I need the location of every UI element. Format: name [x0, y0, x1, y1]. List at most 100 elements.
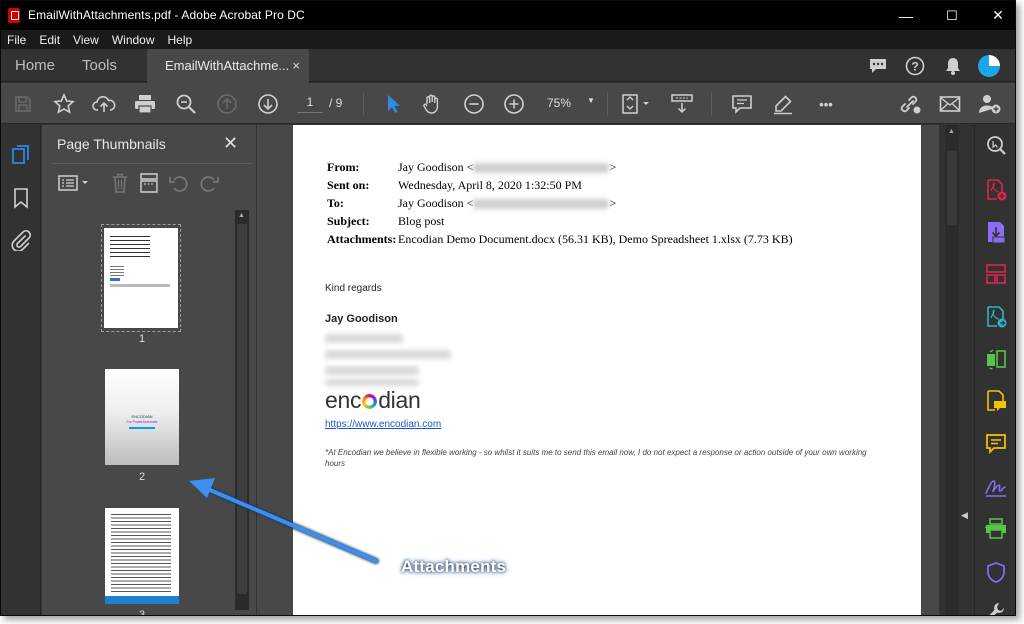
menu-file[interactable]: File — [1, 33, 33, 47]
tab-tools[interactable]: Tools — [82, 49, 117, 82]
annotation-arrow — [189, 478, 379, 564]
document-scrollbar[interactable]: ▲ — [945, 125, 959, 615]
panel-title: Page Thumbnails — [57, 136, 166, 152]
email-sent-row: Sent on: Wednesday, April 8, 2020 1:32:5… — [327, 176, 793, 194]
page-total-label: / 9 — [329, 96, 343, 110]
email-subject-row: Subject: Blog post — [327, 212, 793, 230]
zoom-search-icon[interactable] — [173, 91, 199, 117]
signature-name: Jay Goodison — [325, 313, 398, 325]
right-tools-rail — [974, 125, 1015, 615]
print-production-icon[interactable] — [984, 517, 1008, 541]
bookmark-icon[interactable] — [12, 187, 30, 209]
add-user-icon[interactable] — [977, 91, 1003, 117]
combine-files-icon[interactable] — [984, 305, 1008, 329]
redacted-line — [325, 350, 451, 359]
logo-ring-icon — [362, 394, 378, 409]
search-tools-icon[interactable] — [984, 133, 1008, 157]
add-comment-tool-icon[interactable] — [984, 389, 1008, 413]
from-suffix: > — [609, 160, 617, 174]
page-number-input[interactable]: 1 — [297, 95, 323, 113]
chevron-down-icon: ▼ — [587, 96, 595, 105]
main-toolbar: 1 / 9 75% ▼ ••• — [1, 83, 1015, 124]
redacted-line — [325, 334, 403, 343]
close-window-button[interactable]: ✕ — [975, 1, 1015, 30]
comment-tool-icon[interactable] — [984, 432, 1008, 456]
share-link-icon[interactable] — [897, 91, 923, 117]
svg-text:?: ? — [911, 60, 918, 74]
attachments-paperclip-icon[interactable] — [10, 229, 32, 251]
website-link[interactable]: https://www.encodian.com — [325, 419, 441, 430]
tab-bar: Home Tools EmailWithAttachme... × ? — [1, 49, 1015, 83]
tab-document[interactable]: EmailWithAttachme... × — [147, 49, 309, 83]
thumb2-title: ENCODIAN — [131, 414, 153, 419]
zoom-in-icon[interactable] — [501, 91, 527, 117]
page-thumbnails-icon[interactable] — [10, 144, 32, 166]
subject-label: Subject: — [327, 214, 370, 228]
redacted-email — [473, 163, 610, 174]
fill-sign-icon[interactable] — [984, 475, 1008, 499]
toolbar-divider — [607, 92, 608, 116]
previous-page-icon[interactable] — [214, 91, 240, 117]
highlight-pen-icon[interactable] — [770, 91, 796, 117]
add-comment-icon[interactable] — [729, 91, 755, 117]
redacted-email — [473, 199, 610, 210]
collapse-pane-arrow-icon[interactable]: ◀ — [961, 510, 968, 521]
sent-on-label: Sent on: — [327, 178, 370, 192]
delete-page-icon[interactable] — [109, 172, 131, 194]
title-bar: EmailWithAttachments.pdf - Adobe Acrobat… — [1, 1, 1015, 30]
customize-wrench-icon[interactable] — [984, 599, 1008, 615]
tab-home[interactable]: Home — [15, 49, 55, 82]
edit-pdf-icon[interactable] — [984, 262, 1008, 286]
annotation-label: Attachments — [401, 557, 507, 576]
scroll-up-arrow-icon[interactable]: ▲ — [238, 212, 245, 219]
page-thumbnail-3[interactable] — [105, 508, 179, 604]
organize-pages-icon[interactable] — [984, 347, 1008, 371]
minimize-button[interactable]: — — [883, 1, 929, 30]
zoom-level-dropdown[interactable]: 75% ▼ — [547, 96, 603, 110]
thumbnail-page-number: 3 — [138, 609, 146, 616]
export-pdf-icon[interactable] — [984, 220, 1008, 244]
page-thumbnail-1[interactable] — [104, 228, 178, 328]
close-tab-button[interactable]: × — [292, 49, 300, 82]
document-scrollbar-thumb[interactable] — [947, 151, 957, 225]
zoom-level-value: 75% — [547, 96, 572, 110]
insert-page-icon[interactable] — [138, 172, 160, 194]
comment-bubble-icon[interactable] — [866, 54, 890, 78]
protect-shield-icon[interactable] — [984, 560, 1008, 584]
closing-text: Kind regards — [325, 283, 382, 294]
thumbnails-toolbar — [52, 163, 252, 205]
rotate-right-icon[interactable] — [198, 172, 220, 194]
thumbnail-page-number: 1 — [138, 333, 146, 345]
create-pdf-icon[interactable] — [984, 178, 1008, 202]
menu-window[interactable]: Window — [106, 33, 162, 47]
cloud-upload-icon[interactable] — [91, 91, 117, 117]
help-icon[interactable]: ? — [903, 54, 927, 78]
menu-edit[interactable]: Edit — [33, 33, 67, 47]
select-cursor-icon[interactable] — [380, 91, 406, 117]
next-page-icon[interactable] — [255, 91, 281, 117]
menu-help[interactable]: Help — [162, 33, 200, 47]
rotate-left-icon[interactable] — [168, 172, 190, 194]
star-bookmark-icon[interactable] — [51, 91, 77, 117]
close-panel-button[interactable]: ✕ — [223, 133, 238, 154]
encodian-logo: enc dian — [325, 387, 421, 414]
page-fit-icon[interactable] — [619, 91, 653, 117]
scroll-mode-icon[interactable] — [669, 91, 695, 117]
more-tools-button[interactable]: ••• — [813, 91, 839, 117]
scroll-up-arrow-icon[interactable]: ▲ — [948, 128, 955, 135]
from-label: From: — [327, 160, 360, 174]
save-icon[interactable] — [10, 91, 36, 117]
menu-view[interactable]: View — [67, 33, 106, 47]
user-avatar[interactable] — [977, 54, 1001, 78]
thumb2-subtitle: For PowerAutomate — [126, 420, 158, 424]
page-thumbnail-2[interactable]: ENCODIAN For PowerAutomate — [105, 369, 179, 465]
to-suffix: > — [609, 196, 617, 210]
to-name: Jay Goodison < — [398, 196, 474, 210]
email-envelope-icon[interactable] — [937, 91, 963, 117]
print-icon[interactable] — [132, 91, 158, 117]
zoom-out-icon[interactable] — [461, 91, 487, 117]
thumbnail-options-icon[interactable] — [56, 172, 92, 194]
notifications-bell-icon[interactable] — [941, 54, 965, 78]
maximize-button[interactable]: ☐ — [929, 1, 975, 30]
hand-tool-icon[interactable] — [419, 91, 445, 117]
